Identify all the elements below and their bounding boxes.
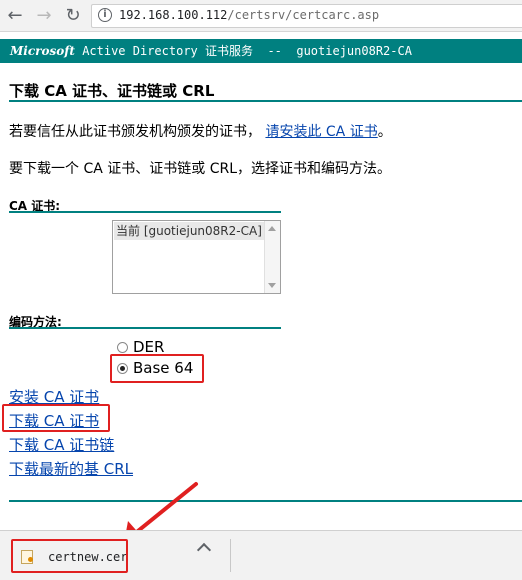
download-item-highlight <box>11 539 128 573</box>
download-shelf: certnew.cer <box>0 530 522 580</box>
chevron-up-icon[interactable] <box>196 542 212 558</box>
shelf-separator <box>230 539 231 572</box>
annotation-arrow <box>124 482 198 543</box>
